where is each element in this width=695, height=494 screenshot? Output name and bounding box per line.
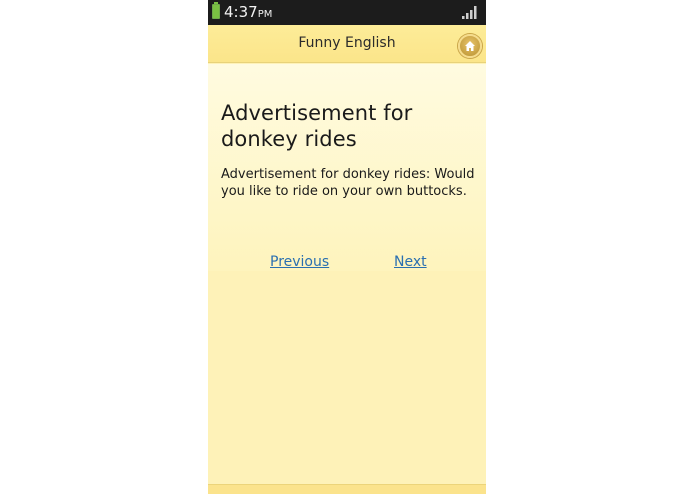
phone-screen: 4:37PM Funny English Advertisement for d… bbox=[208, 0, 486, 494]
signal-icon bbox=[462, 6, 477, 19]
article-body: Advertisement for donkey rides: Would yo… bbox=[221, 167, 475, 199]
article-content: Advertisement for donkey rides Advertise… bbox=[208, 64, 486, 271]
home-button[interactable] bbox=[458, 34, 482, 58]
status-bar: 4:37PM bbox=[208, 0, 486, 25]
article-title: Advertisement for donkey rides bbox=[221, 101, 413, 151]
home-icon bbox=[465, 41, 475, 51]
battery-icon bbox=[212, 2, 220, 19]
previous-link[interactable]: Previous bbox=[270, 254, 329, 270]
app-header: Funny English bbox=[208, 25, 486, 63]
clock-time: 4:37 bbox=[224, 3, 258, 21]
status-clock: 4:37PM bbox=[224, 3, 272, 24]
clock-ampm: PM bbox=[257, 9, 273, 20]
next-link[interactable]: Next bbox=[394, 254, 427, 270]
app-title: Funny English bbox=[298, 35, 396, 51]
footer-strip bbox=[208, 484, 486, 494]
